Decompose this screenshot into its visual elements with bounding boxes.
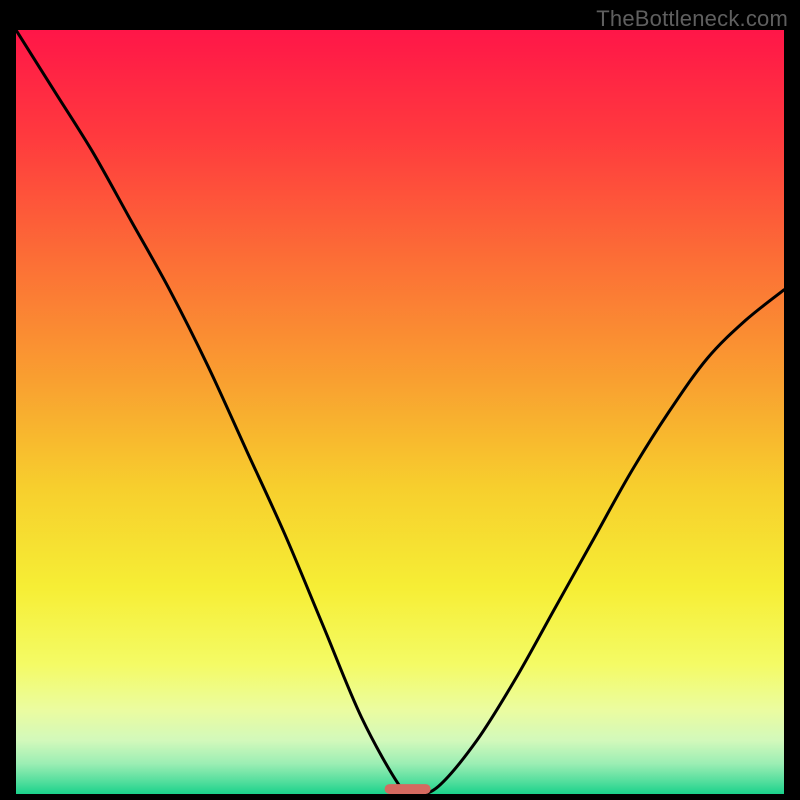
bottleneck-chart	[16, 30, 784, 794]
watermark-text: TheBottleneck.com	[596, 6, 788, 32]
minimum-marker	[385, 784, 431, 794]
chart-frame: { "watermark": "TheBottleneck.com", "col…	[0, 0, 800, 800]
